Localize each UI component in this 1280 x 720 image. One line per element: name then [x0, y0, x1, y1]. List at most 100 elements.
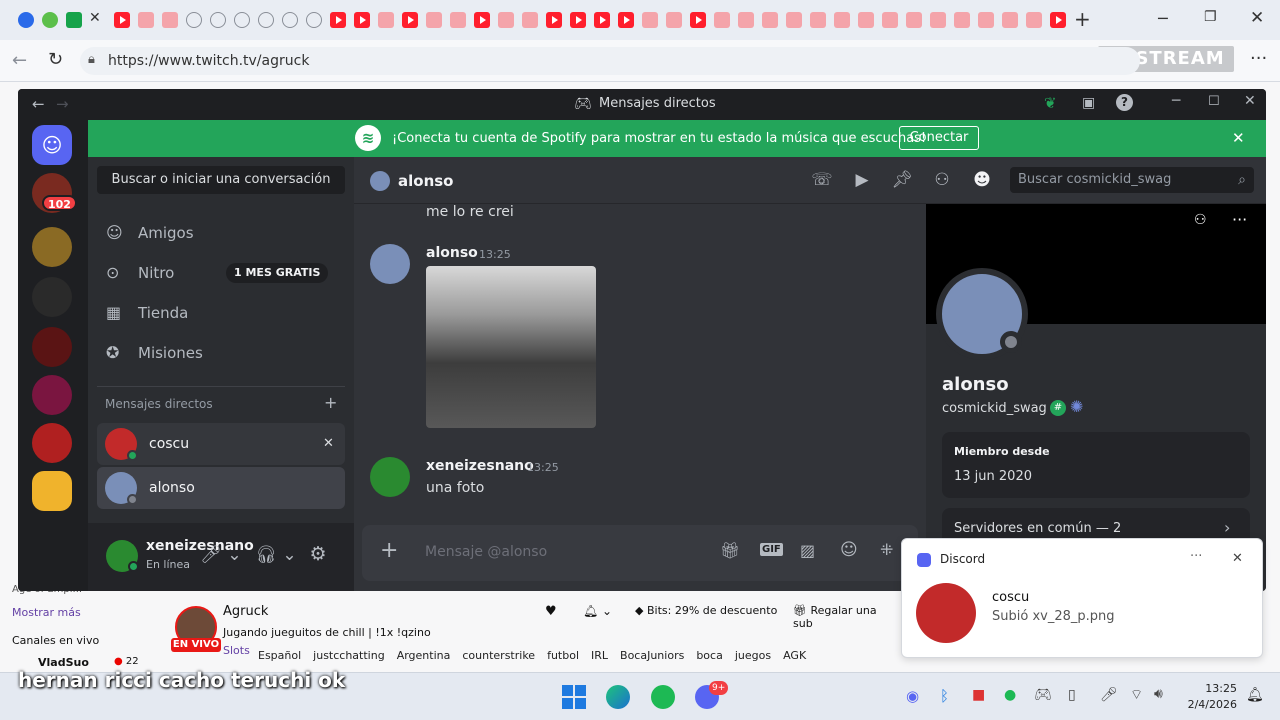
pin-icon[interactable]: 📌︎	[890, 170, 914, 190]
tray-discord-icon[interactable]: ◉	[906, 687, 919, 705]
tray-spotify-icon[interactable]: ●	[1004, 687, 1016, 703]
restore-icon[interactable]: ❐	[1204, 9, 1217, 25]
soccer-icon[interactable]	[42, 12, 58, 28]
forward-arrow-icon[interactable]: →	[56, 95, 69, 113]
tag[interactable]: futbol	[547, 649, 579, 662]
edge-icon[interactable]	[606, 685, 630, 709]
create-dm-icon[interactable]: +	[324, 393, 337, 412]
youtube-tab[interactable]	[546, 12, 562, 28]
app-icon[interactable]	[18, 12, 34, 28]
windows-start-icon[interactable]	[562, 685, 586, 709]
stream-category[interactable]: Slots	[223, 644, 250, 657]
message-input[interactable]: + Mensaje @alonso 🎁︎ GIF ▨ ☺ ⁜	[362, 525, 918, 581]
server-icon[interactable]	[32, 375, 72, 415]
youtube-tab[interactable]	[690, 12, 706, 28]
help-icon[interactable]: ?	[1116, 94, 1133, 111]
clock-time[interactable]: 13:25	[1185, 682, 1237, 695]
youtube-tab[interactable]	[978, 12, 994, 28]
youtube-tab[interactable]	[402, 12, 418, 28]
youtube-tab[interactable]	[330, 12, 346, 28]
minimize-icon[interactable]: ─	[1158, 9, 1168, 28]
youtube-tab[interactable]	[570, 12, 586, 28]
volume-icon[interactable]: 🔊︎	[1154, 686, 1163, 702]
more-options-icon[interactable]: ···	[1232, 210, 1247, 229]
notification-close-icon[interactable]: ✕	[1232, 551, 1243, 566]
maximize-icon[interactable]: ☐	[1208, 94, 1220, 109]
gift-icon[interactable]: 🎁︎	[720, 541, 740, 560]
new-tab-icon[interactable]: +	[1074, 7, 1091, 31]
tray-app-icon[interactable]: ■	[972, 687, 985, 703]
nav-friends[interactable]: ☺ Amigos	[106, 215, 338, 251]
tag[interactable]: Argentina	[397, 649, 451, 662]
youtube-tab[interactable]	[426, 12, 442, 28]
more-menu-icon[interactable]: ···	[1250, 48, 1267, 69]
youtube-tab[interactable]	[162, 12, 178, 28]
tag[interactable]: Español	[258, 649, 301, 662]
streamer-name[interactable]: Agruck	[223, 604, 268, 619]
close-icon[interactable]: ✕	[1244, 93, 1256, 109]
youtube-tab[interactable]	[450, 12, 466, 28]
close-dm-icon[interactable]: ✕	[323, 423, 334, 465]
tag[interactable]: IRL	[591, 649, 608, 662]
server-icon[interactable]	[32, 227, 72, 267]
dm-item-coscu[interactable]: coscu ✕	[97, 423, 345, 465]
nav-shop[interactable]: ▦ Tienda	[106, 295, 338, 331]
youtube-tab[interactable]	[666, 12, 682, 28]
discord-home-icon[interactable]: ☺	[32, 125, 72, 165]
bluetooth-icon[interactable]: ᛒ	[940, 687, 949, 705]
tray-controller-icon[interactable]: 🎮︎	[1034, 687, 1052, 703]
gift-sub-button[interactable]: 🎁︎ Regalar una sub	[793, 604, 895, 630]
close-banner-icon[interactable]: ✕	[1232, 129, 1245, 147]
reload-icon[interactable]: ↻	[48, 49, 63, 70]
globe-tab[interactable]	[210, 12, 226, 28]
youtube-tab[interactable]	[930, 12, 946, 28]
minimize-icon[interactable]: ─	[1172, 93, 1180, 109]
youtube-tab[interactable]	[522, 12, 538, 28]
video-call-icon[interactable]: ▶	[850, 170, 874, 190]
clock-date[interactable]: 2/4/2026	[1185, 698, 1237, 711]
notification-bell-icon[interactable]: 🔔︎	[1246, 687, 1264, 703]
tag[interactable]: BocaJuniors	[620, 649, 684, 662]
close-window-icon[interactable]: ✕	[1250, 8, 1264, 28]
attach-plus-icon[interactable]: +	[380, 538, 398, 563]
user-profile-icon[interactable]: ☻	[970, 170, 994, 190]
tag[interactable]: AGK	[783, 649, 806, 662]
nav-nitro[interactable]: ⊙ Nitro 1 MES GRATIS	[106, 255, 338, 291]
voice-call-icon[interactable]: ☏	[810, 170, 834, 190]
spotify-taskbar-icon[interactable]	[651, 685, 675, 709]
back-icon[interactable]: ←	[12, 50, 27, 71]
globe-tab[interactable]	[234, 12, 250, 28]
globe-tab[interactable]	[282, 12, 298, 28]
globe-tab[interactable]	[306, 12, 322, 28]
message-image[interactable]	[426, 266, 596, 428]
microphone-tray-icon[interactable]: 🎤︎	[1100, 687, 1118, 703]
search-conversation-button[interactable]: Buscar o iniciar una conversación	[97, 166, 345, 194]
bits-button[interactable]: ◆ Bits: 29% de descuento	[635, 604, 777, 617]
heart-icon[interactable]: ♥	[545, 604, 557, 619]
youtube-tab[interactable]	[858, 12, 874, 28]
wifi-icon[interactable]: ⌔	[1130, 686, 1143, 704]
youtube-tab[interactable]	[594, 12, 610, 28]
youtube-tab[interactable]	[762, 12, 778, 28]
server-icon[interactable]	[32, 471, 72, 511]
tag[interactable]: boca	[696, 649, 723, 662]
youtube-tab[interactable]	[138, 12, 154, 28]
inbox-icon[interactable]: ▣	[1082, 95, 1095, 111]
server-icon[interactable]	[32, 423, 72, 463]
apps-icon[interactable]: ⁜	[880, 540, 893, 559]
youtube-tab[interactable]	[1026, 12, 1042, 28]
youtube-tab[interactable]	[642, 12, 658, 28]
message-author[interactable]: alonso	[426, 245, 478, 261]
server-icon[interactable]	[32, 327, 72, 367]
message-avatar[interactable]	[370, 457, 410, 497]
connect-button[interactable]: Conectar	[899, 126, 979, 150]
discord-notification[interactable]: Discord ··· ✕ coscu Subió xv_28_p.png	[901, 538, 1263, 658]
tag[interactable]: counterstrike	[462, 649, 535, 662]
sticker-icon[interactable]: ▨	[800, 541, 815, 560]
add-friends-icon[interactable]: ⚇	[930, 170, 954, 190]
show-more-link[interactable]: Mostrar más	[12, 606, 81, 619]
leaf-icon[interactable]: ❦	[1044, 94, 1057, 112]
headphones-icon[interactable]: 🎧︎ ⌄	[251, 545, 301, 565]
message-avatar[interactable]	[370, 244, 410, 284]
bell-icon[interactable]: 🔔︎ ⌄	[583, 604, 612, 618]
